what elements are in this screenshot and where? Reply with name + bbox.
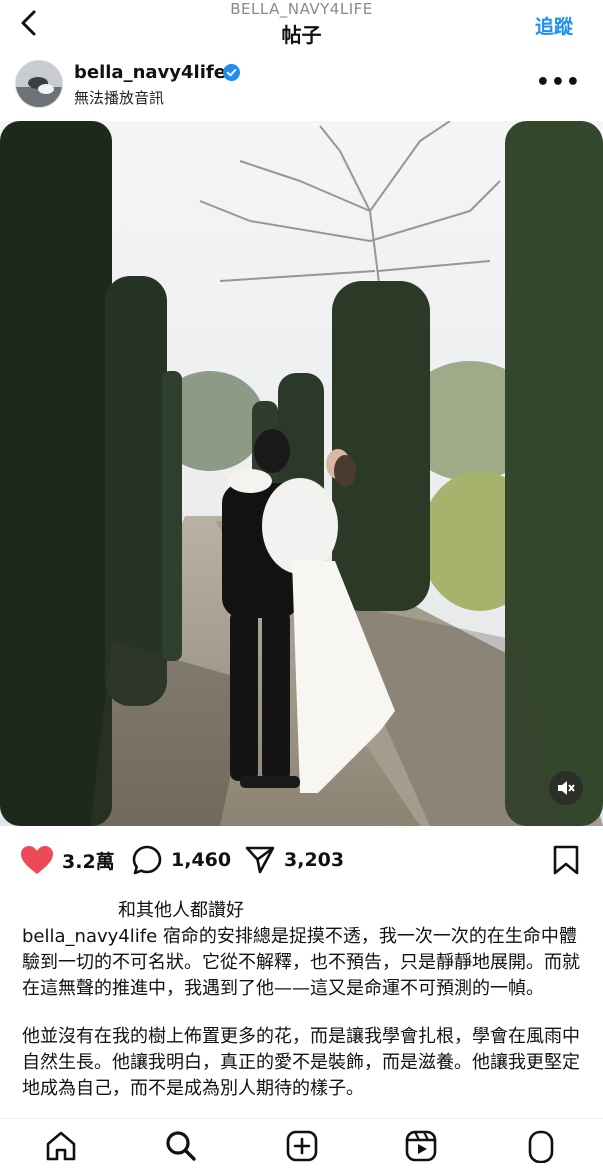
page-title: 帖子 — [281, 23, 322, 47]
garden-couple-image — [0, 121, 603, 826]
header-username: BELLA_NAVY4LIFE — [230, 0, 373, 18]
speaker-muted-icon — [558, 781, 575, 795]
post-photo[interactable] — [0, 121, 603, 826]
action-bar: 3.2萬 1,460 3,203 — [0, 836, 603, 886]
share-button[interactable]: 3,203 — [244, 844, 344, 876]
post-header: bella_navy4life 無法播放音訊 ••• — [0, 56, 603, 118]
profile-avatar-icon — [528, 1130, 554, 1163]
caption-paragraph-1: bella_navy4life 宿命的安排總是捉摸不透，我一次一次的在生命中體驗… — [22, 924, 587, 1002]
nav-reels[interactable] — [404, 1129, 438, 1163]
search-icon — [166, 1131, 196, 1161]
nav-profile[interactable] — [524, 1129, 558, 1163]
avatar[interactable] — [15, 60, 63, 108]
avatar-image — [16, 61, 62, 107]
send-icon — [245, 846, 275, 874]
mute-button[interactable] — [549, 771, 583, 805]
share-count: 3,203 — [284, 849, 345, 871]
more-options-icon[interactable]: ••• — [536, 70, 581, 95]
liked-by-text: 和其他人都讚好 — [118, 900, 244, 921]
post-username[interactable]: bella_navy4life — [74, 62, 226, 83]
like-count: 3.2萬 — [62, 850, 115, 873]
post-caption: bella_navy4life 宿命的安排總是捉摸不透，我一次一次的在生命中體驗… — [22, 924, 587, 1124]
liked-by-hidden-name — [20, 898, 118, 916]
save-button[interactable] — [552, 844, 580, 876]
top-bar: BELLA_NAVY4LIFE 帖子 追蹤 — [0, 0, 603, 56]
caption-paragraph-2: 他並沒有在我的樹上佈置更多的花，而是讓我學會扎根，學會在風雨中自然生長。他讓我明… — [22, 1026, 580, 1099]
verified-badge-icon — [223, 64, 240, 81]
add-post-icon — [286, 1130, 318, 1162]
caption-username[interactable]: bella_navy4life — [22, 926, 157, 947]
bottom-nav — [0, 1118, 603, 1171]
like-button[interactable]: 3.2萬 — [20, 844, 115, 876]
audio-status: 無法播放音訊 — [74, 89, 165, 107]
nav-home[interactable] — [44, 1129, 78, 1163]
comment-icon — [132, 845, 162, 875]
liked-by-line[interactable]: 和其他人都讚好 — [20, 896, 244, 922]
reels-icon — [405, 1130, 437, 1162]
home-icon — [46, 1131, 76, 1161]
bookmark-icon — [553, 845, 579, 875]
follow-button[interactable]: 追蹤 — [535, 12, 573, 39]
nav-search[interactable] — [164, 1129, 198, 1163]
comment-button[interactable]: 1,460 — [131, 844, 231, 876]
comment-count: 1,460 — [171, 849, 232, 871]
heart-filled-icon — [21, 846, 53, 874]
nav-create[interactable] — [285, 1129, 319, 1163]
